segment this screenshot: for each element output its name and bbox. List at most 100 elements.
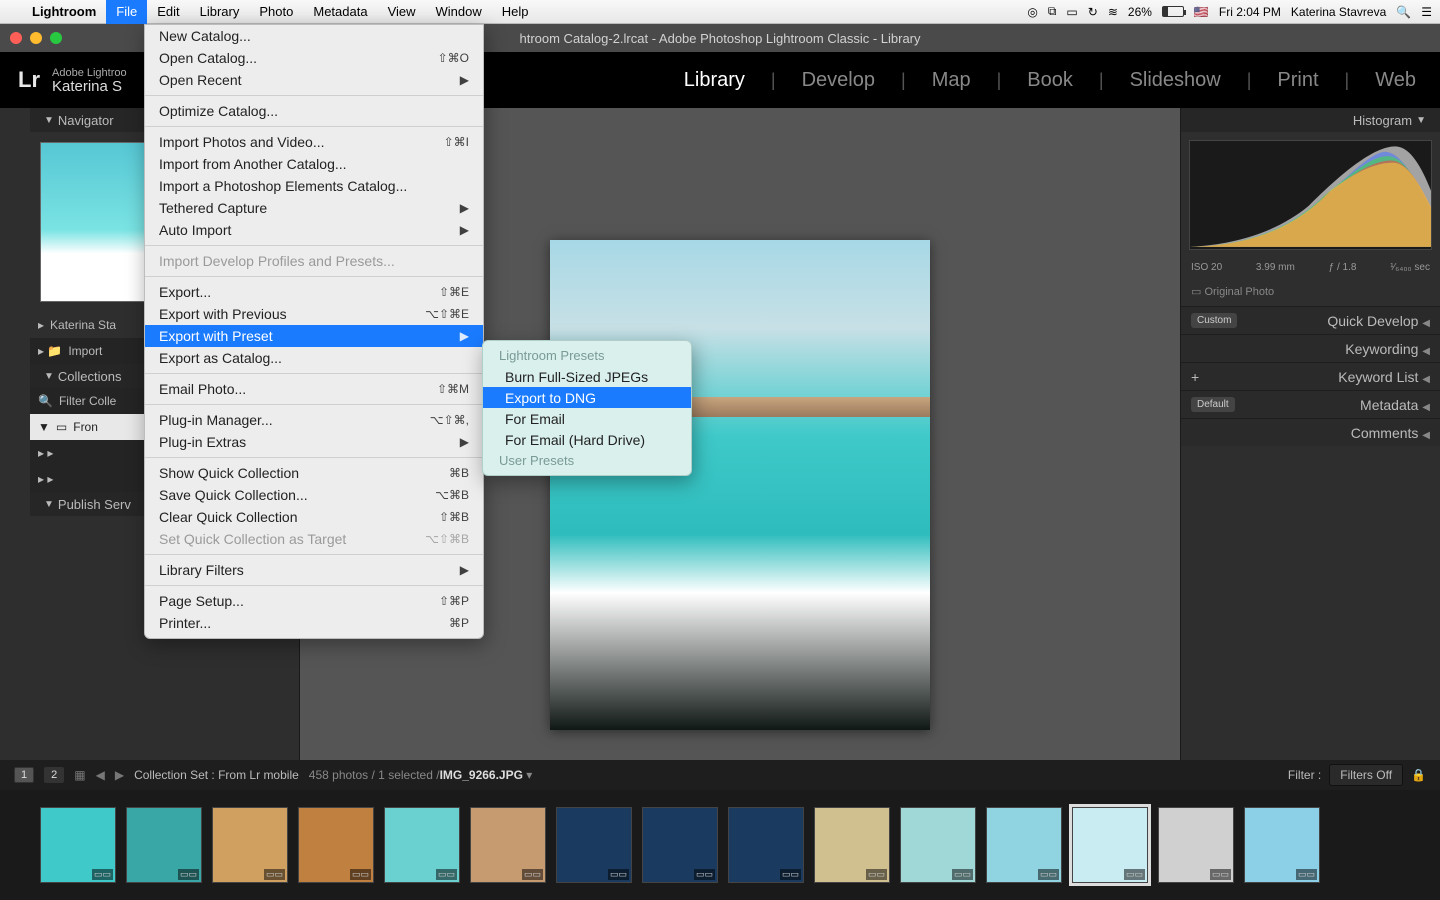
- thumbnail[interactable]: ▭▭: [298, 807, 374, 883]
- prev-photo-button[interactable]: ◀: [96, 768, 105, 782]
- module-web[interactable]: Web: [1369, 69, 1422, 92]
- preset-for-email-hard-drive[interactable]: For Email (Hard Drive): [483, 429, 691, 450]
- preset-for-email[interactable]: For Email: [483, 408, 691, 429]
- menu-item-email-photo[interactable]: Email Photo...⇧⌘M: [145, 378, 483, 400]
- menu-item-export[interactable]: Export...⇧⌘E: [145, 281, 483, 303]
- metadata-header[interactable]: DefaultMetadata ◀: [1181, 390, 1440, 418]
- menu-item-export-with-preset[interactable]: Export with Preset▶: [145, 325, 483, 347]
- control-center-icon[interactable]: ☰: [1421, 5, 1432, 19]
- thumbnail[interactable]: ▭▭: [900, 807, 976, 883]
- thumbnail[interactable]: ▭▭: [1158, 807, 1234, 883]
- filter-lock-icon[interactable]: 🔒: [1411, 768, 1426, 782]
- menu-item-plug-in-manager[interactable]: Plug-in Manager...⌥⇧⌘,: [145, 409, 483, 431]
- thumbnail[interactable]: ▭▭: [814, 807, 890, 883]
- thumbnail[interactable]: ▭▭: [556, 807, 632, 883]
- menu-item-plug-in-extras[interactable]: Plug-in Extras▶: [145, 431, 483, 453]
- menu-item-export-as-catalog[interactable]: Export as Catalog...: [145, 347, 483, 369]
- zoom-button[interactable]: [50, 32, 62, 44]
- timemachine-icon[interactable]: ↻: [1088, 5, 1098, 19]
- minimize-button[interactable]: [30, 32, 42, 44]
- grid-toggle-icon[interactable]: ▦: [74, 768, 85, 782]
- module-slideshow[interactable]: Slideshow: [1124, 69, 1227, 92]
- next-photo-button[interactable]: ▶: [115, 768, 124, 782]
- wifi-icon[interactable]: ≋: [1108, 5, 1118, 19]
- filmstrip-status: 1 2 ▦ ◀ ▶ Collection Set : From Lr mobil…: [0, 760, 1440, 790]
- menu-file[interactable]: File: [106, 0, 147, 24]
- battery-percent[interactable]: 26%: [1128, 5, 1152, 19]
- histogram-chart[interactable]: [1189, 140, 1432, 250]
- menu-metadata[interactable]: Metadata: [303, 0, 377, 24]
- folder-icon: ▸ 📁: [38, 344, 62, 358]
- menu-item-tethered-capture[interactable]: Tethered Capture▶: [145, 197, 483, 219]
- qd-preset[interactable]: Custom: [1191, 313, 1237, 328]
- menu-photo[interactable]: Photo: [249, 0, 303, 24]
- module-book[interactable]: Book: [1021, 69, 1079, 92]
- menu-item-optimize-catalog[interactable]: Optimize Catalog...: [145, 100, 483, 122]
- selected-photo[interactable]: [550, 240, 930, 730]
- menu-item-import-a-photoshop-elements-catalog[interactable]: Import a Photoshop Elements Catalog...: [145, 175, 483, 197]
- menu-edit[interactable]: Edit: [147, 0, 189, 24]
- airplay-icon[interactable]: ▭: [1066, 5, 1077, 19]
- menu-item-open-recent[interactable]: Open Recent▶: [145, 69, 483, 91]
- thumbnail[interactable]: ▭▭: [642, 807, 718, 883]
- thumbnail[interactable]: ▭▭: [1072, 807, 1148, 883]
- thumbnail[interactable]: ▭▭: [212, 807, 288, 883]
- keywording-header[interactable]: Keywording ◀: [1181, 334, 1440, 362]
- thumbnail[interactable]: ▭▭: [126, 807, 202, 883]
- thumbnail[interactable]: ▭▭: [986, 807, 1062, 883]
- menu-item-auto-import[interactable]: Auto Import▶: [145, 219, 483, 241]
- menu-item-open-catalog[interactable]: Open Catalog...⇧⌘O: [145, 47, 483, 69]
- thumbnail[interactable]: ▭▭: [1244, 807, 1320, 883]
- collection-path[interactable]: Collection Set : From Lr mobile: [134, 768, 299, 782]
- close-button[interactable]: [10, 32, 22, 44]
- monitor-1-button[interactable]: 1: [14, 767, 34, 783]
- menu-library[interactable]: Library: [190, 0, 250, 24]
- module-map[interactable]: Map: [926, 69, 977, 92]
- metadata-preset[interactable]: Default: [1191, 397, 1235, 412]
- add-keyword-button[interactable]: +: [1191, 369, 1199, 385]
- preset-export-to-dng[interactable]: Export to DNG: [483, 387, 691, 408]
- navigator-label: Navigator: [58, 113, 114, 128]
- identity-plate: Adobe Lightroo Katerina S: [52, 67, 127, 93]
- thumbnail[interactable]: ▭▭: [470, 807, 546, 883]
- filmstrip[interactable]: ▭▭▭▭▭▭▭▭▭▭▭▭▭▭▭▭▭▭▭▭▭▭▭▭▭▭▭▭▭▭: [0, 790, 1440, 900]
- histo-shutter: ¹⁄₆₄₀₀ sec: [1390, 262, 1430, 273]
- menu-item-library-filters[interactable]: Library Filters▶: [145, 559, 483, 581]
- menu-item-import-from-another-catalog[interactable]: Import from Another Catalog...: [145, 153, 483, 175]
- filter-preset[interactable]: Filters Off: [1329, 764, 1403, 786]
- menu-item-show-quick-collection[interactable]: Show Quick Collection⌘B: [145, 462, 483, 484]
- original-photo-label: ▭ Original Photo: [1181, 281, 1440, 306]
- menu-item-export-with-previous[interactable]: Export with Previous⌥⇧⌘E: [145, 303, 483, 325]
- flag-icon[interactable]: 🇺🇸: [1194, 5, 1209, 19]
- clock[interactable]: Fri 2:04 PM: [1219, 5, 1281, 19]
- menu-item-import-photos-and-video[interactable]: Import Photos and Video...⇧⌘I: [145, 131, 483, 153]
- histogram-header[interactable]: Histogram ▼: [1181, 108, 1440, 132]
- menu-item-import-develop-profiles-and-presets: Import Develop Profiles and Presets...: [145, 250, 483, 272]
- menu-item-clear-quick-collection[interactable]: Clear Quick Collection⇧⌘B: [145, 506, 483, 528]
- cc-icon[interactable]: ◎: [1027, 5, 1037, 19]
- comments-header[interactable]: Comments ◀: [1181, 418, 1440, 446]
- menu-item-printer[interactable]: Printer...⌘P: [145, 612, 483, 634]
- menu-item-new-catalog[interactable]: New Catalog...: [145, 25, 483, 47]
- menu-window[interactable]: Window: [426, 0, 492, 24]
- monitor-2-button[interactable]: 2: [44, 767, 64, 783]
- menu-item-page-setup[interactable]: Page Setup...⇧⌘P: [145, 590, 483, 612]
- preset-burn-full-sized-jpegs[interactable]: Burn Full-Sized JPEGs: [483, 366, 691, 387]
- account-name[interactable]: Katerina Stavreva: [1291, 5, 1386, 19]
- dropbox-icon[interactable]: ⧉: [1048, 4, 1057, 19]
- quick-develop-header[interactable]: CustomQuick Develop ◀: [1181, 306, 1440, 334]
- battery-icon[interactable]: [1162, 6, 1184, 17]
- thumbnail[interactable]: ▭▭: [384, 807, 460, 883]
- module-print[interactable]: Print: [1271, 69, 1324, 92]
- thumbnail[interactable]: ▭▭: [728, 807, 804, 883]
- keyword-list-header[interactable]: +Keyword List ◀: [1181, 362, 1440, 390]
- module-develop[interactable]: Develop: [796, 69, 881, 92]
- menu-view[interactable]: View: [378, 0, 426, 24]
- thumbnail[interactable]: ▭▭: [40, 807, 116, 883]
- menu-item-save-quick-collection[interactable]: Save Quick Collection...⌥⌘B: [145, 484, 483, 506]
- module-library[interactable]: Library: [678, 69, 751, 92]
- app-name[interactable]: Lightroom: [22, 4, 106, 19]
- menu-help[interactable]: Help: [492, 0, 539, 24]
- spotlight-icon[interactable]: 🔍: [1396, 5, 1411, 19]
- macos-menubar: Lightroom FileEditLibraryPhotoMetadataVi…: [0, 0, 1440, 24]
